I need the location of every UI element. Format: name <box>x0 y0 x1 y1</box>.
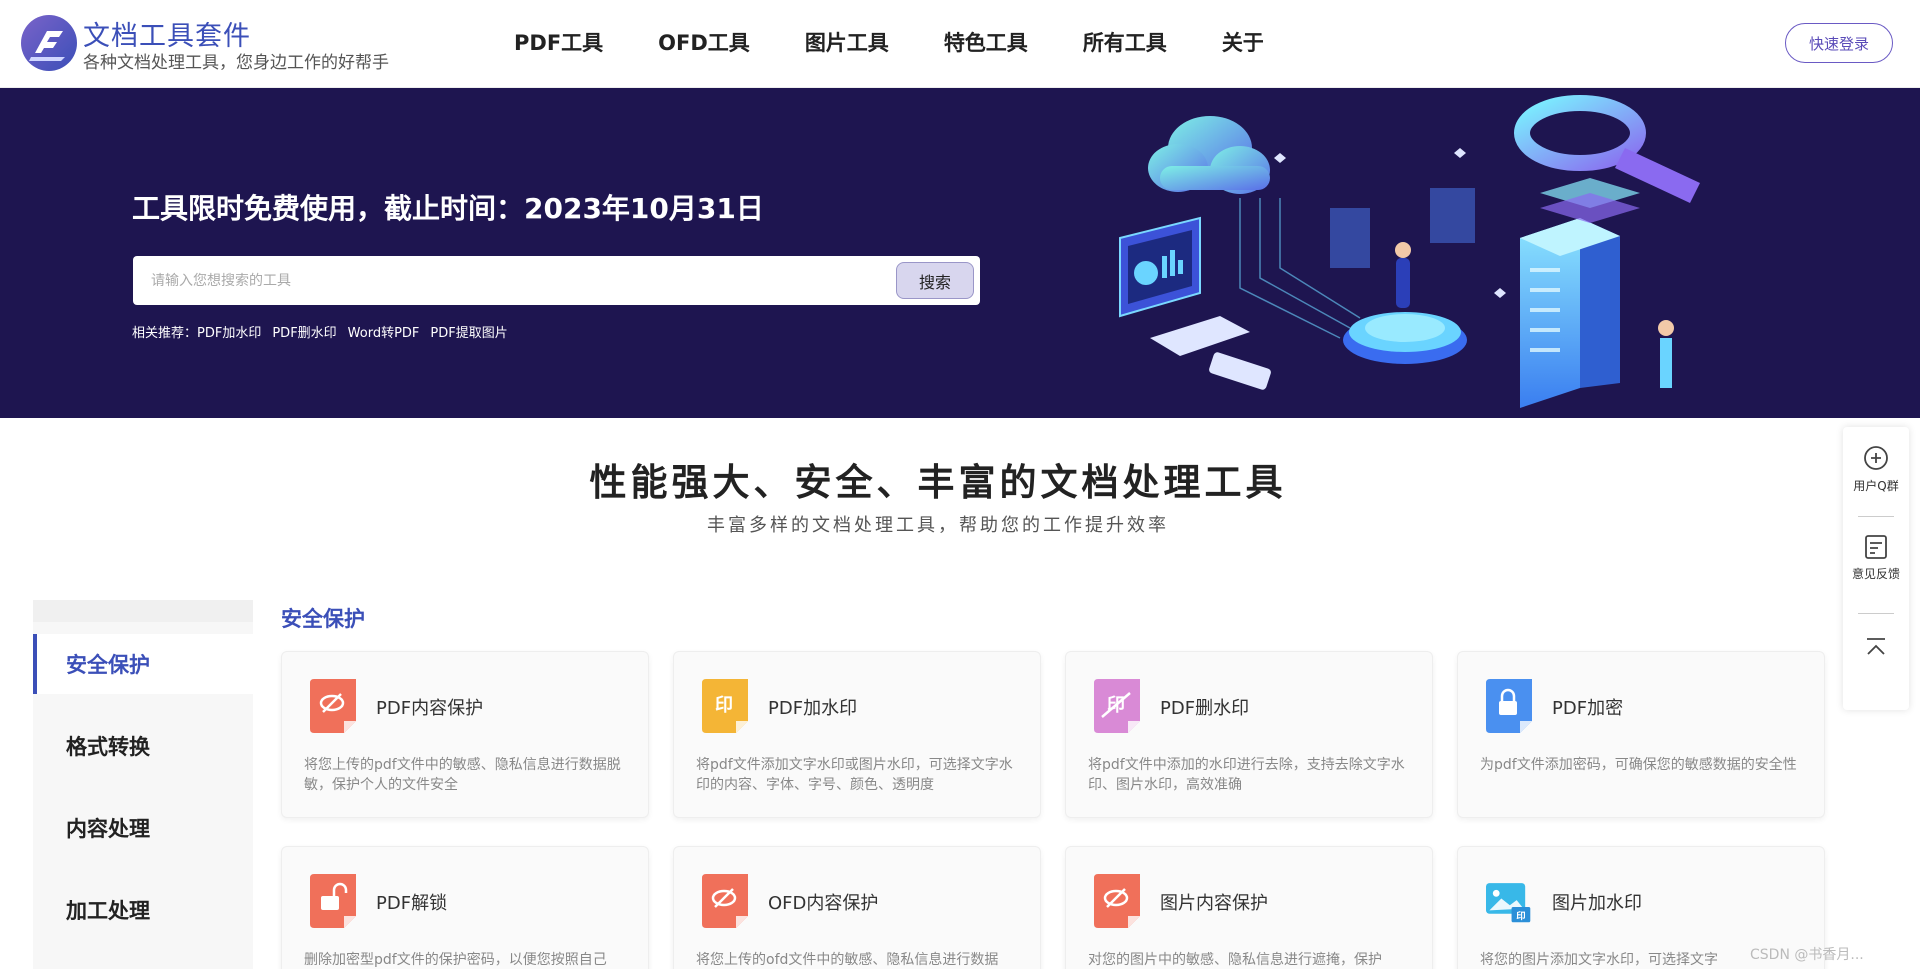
top-header: 文档工具套件 各种文档处理工具，您身边工作的好帮手 PDF工具 OFD工具 图片… <box>0 0 1920 88</box>
tool-card-desc: 将您上传的pdf文件中的敏感、隐私信息进行数据脱敏，保护个人的文件安全 <box>304 757 621 793</box>
tool-card-desc: 将pdf文件中添加的水印进行去除，支持去除文字水印、图片水印，高效准确 <box>1088 757 1405 793</box>
feedback-button[interactable]: 意见反馈 <box>1843 533 1909 582</box>
recommend-link[interactable]: PDF加水印 <box>197 322 261 341</box>
main-nav: PDF工具 OFD工具 图片工具 特色工具 所有工具 关于 <box>514 27 1319 57</box>
recommend-link[interactable]: Word转PDF <box>348 322 420 341</box>
tool-card-name: PDF加密 <box>1552 698 1624 719</box>
search-input[interactable] <box>151 256 851 305</box>
tool-card-name: 图片内容保护 <box>1160 893 1268 914</box>
tool-card-desc: 删除加密型pdf文件的保护密码，以便您按照自己 <box>304 952 607 968</box>
feedback-label: 意见反馈 <box>1851 567 1900 581</box>
tool-card-desc: 为pdf文件添加密码，可确保您的敏感数据的安全性 <box>1480 757 1797 773</box>
category-title: 安全保护 <box>281 607 365 631</box>
tool-card-pdf-content-protect[interactable]: PDF内容保护 将您上传的pdf文件中的敏感、隐私信息进行数据脱敏，保护个人的文… <box>281 651 649 818</box>
nav-ofd-tools[interactable]: OFD工具 <box>658 27 750 57</box>
svg-text:印: 印 <box>715 695 733 716</box>
banner-title: 工具限时免费使用，截止时间：2023年10月31日 <box>132 192 764 225</box>
svg-text:印: 印 <box>1516 910 1525 922</box>
tool-card-name: OFD内容保护 <box>768 893 879 914</box>
nav-all-tools[interactable]: 所有工具 <box>1083 27 1167 57</box>
eye-off-icon <box>702 874 748 928</box>
tool-card-name: PDF内容保护 <box>376 698 484 719</box>
menu-item-content-process[interactable]: 内容处理 <box>33 798 253 858</box>
tool-card-pdf-unlock[interactable]: PDF解锁 删除加密型pdf文件的保护密码，以便您按照自己 <box>281 846 649 969</box>
section-title: 性能强大、安全、丰富的文档处理工具 <box>589 461 1287 504</box>
banner-illustration <box>1119 95 1700 408</box>
image-watermark-icon: 印 <box>1486 883 1531 923</box>
lock-icon <box>1486 679 1532 733</box>
tool-card-name: PDF删水印 <box>1160 698 1250 719</box>
menu-item-security[interactable]: 安全保护 <box>33 634 253 694</box>
tool-card-desc: 将pdf文件添加文字水印或图片水印，可选择文字水印的内容、字体、字号、颜色、透明… <box>696 757 1013 793</box>
section-subtitle: 丰富多样的文档处理工具，帮助您的工作提升效率 <box>707 515 1169 536</box>
quick-login-button[interactable]: 快速登录 <box>1785 23 1893 63</box>
tool-card-desc: 对您的图片中的敏感、隐私信息进行遮掩，保护 <box>1088 952 1382 968</box>
unlock-icon <box>310 874 356 928</box>
nav-image-tools[interactable]: 图片工具 <box>805 27 889 57</box>
tool-card-desc: 将您上传的ofd文件中的敏感、隐私信息进行数据 <box>696 952 999 968</box>
menu-item-processing[interactable]: 加工处理 <box>33 880 253 940</box>
divider <box>1858 613 1894 614</box>
recommend-label: 相关推荐： <box>132 326 198 341</box>
search-button[interactable]: 搜索 <box>896 262 974 299</box>
hero-banner: 工具限时免费使用，截止时间：2023年10月31日 搜索 相关推荐： PDF加水… <box>0 88 1920 418</box>
eye-off-icon <box>310 679 356 733</box>
recommend-bar: 相关推荐： PDF加水印 PDF删水印 Word转PDF PDF提取图片 <box>132 322 519 341</box>
watermark-icon: 印 <box>702 679 748 733</box>
page: 文档工具套件 各种文档处理工具，您身边工作的好帮手 PDF工具 OFD工具 图片… <box>0 0 1920 969</box>
brand-subtitle: 各种文档处理工具，您身边工作的好帮手 <box>83 53 389 73</box>
back-to-top-icon <box>1867 638 1885 655</box>
edit-note-icon <box>1865 535 1887 559</box>
brand-logo-icon[interactable] <box>21 15 77 71</box>
back-to-top-button[interactable] <box>1843 633 1909 661</box>
eye-off-icon <box>1094 874 1140 928</box>
tool-card-pdf-encrypt[interactable]: PDF加密 为pdf文件添加密码，可确保您的敏感数据的安全性 <box>1457 651 1825 818</box>
csdn-watermark: CSDN @书香月... <box>1750 947 1864 963</box>
tool-card-pdf-remove-watermark[interactable]: 印 PDF删水印 将pdf文件中添加的水印进行去除，支持去除文字水印、图片水印，… <box>1065 651 1433 818</box>
tool-card-pdf-add-watermark[interactable]: 印 PDF加水印 将pdf文件添加文字水印或图片水印，可选择文字水印的内容、字体… <box>673 651 1041 818</box>
search-box: 搜索 <box>133 256 980 305</box>
menu-item-format-convert[interactable]: 格式转换 <box>33 716 253 776</box>
nav-featured-tools[interactable]: 特色工具 <box>944 27 1028 57</box>
recommend-link[interactable]: PDF删水印 <box>272 322 336 341</box>
tool-card-name: 图片加水印 <box>1552 893 1642 914</box>
menu-top-bar <box>33 600 253 622</box>
tool-card-image-content-protect[interactable]: 图片内容保护 对您的图片中的敏感、隐私信息进行遮掩，保护 <box>1065 846 1433 969</box>
tool-card-ofd-content-protect[interactable]: OFD内容保护 将您上传的ofd文件中的敏感、隐私信息进行数据 <box>673 846 1041 969</box>
nav-pdf-tools[interactable]: PDF工具 <box>514 27 603 57</box>
recommend-link[interactable]: PDF提取图片 <box>430 322 507 341</box>
tool-card-name: PDF解锁 <box>376 893 448 914</box>
remove-watermark-icon: 印 <box>1094 679 1140 733</box>
category-menu: 安全保护 格式转换 内容处理 加工处理 <box>33 600 253 969</box>
nav-about[interactable]: 关于 <box>1222 27 1264 57</box>
tool-card-name: PDF加水印 <box>768 698 858 719</box>
